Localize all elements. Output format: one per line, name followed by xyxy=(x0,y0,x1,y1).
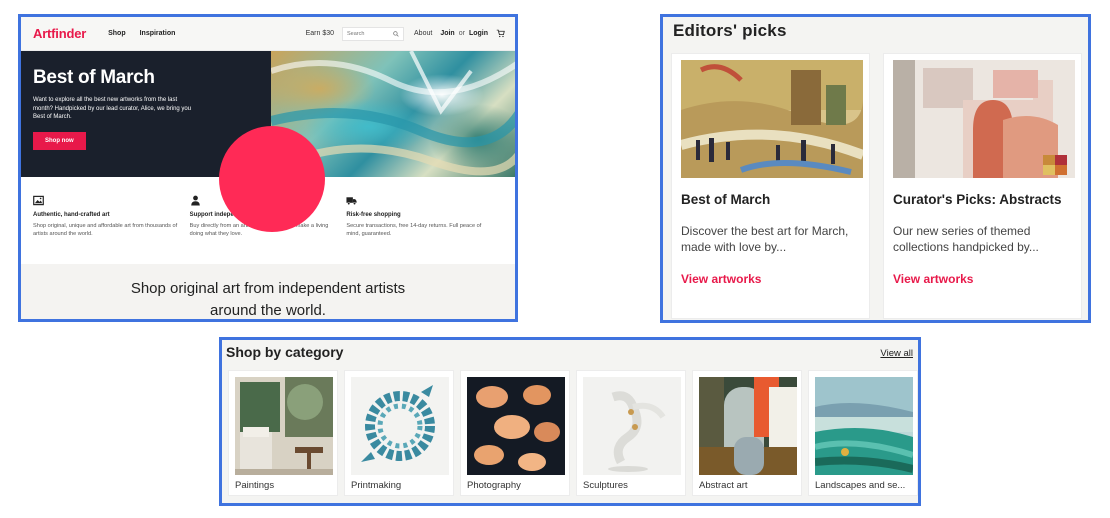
pick-image[interactable] xyxy=(893,60,1075,178)
hero-description: Want to explore all the best new artwork… xyxy=(33,97,192,120)
feature-risk-free: Risk-free shopping Secure transactions, … xyxy=(346,195,503,264)
search-field[interactable] xyxy=(342,26,405,41)
category-label: Printmaking xyxy=(351,480,402,491)
abstract-art-thumbnail xyxy=(699,377,797,475)
category-label: Landscapes and se... xyxy=(815,480,906,491)
category-image[interactable] xyxy=(467,377,565,475)
view-artworks-link[interactable]: View artworks xyxy=(681,272,761,286)
photography-thumbnail xyxy=(467,377,565,475)
tagline-text: Shop original art from independent artis… xyxy=(130,280,406,319)
category-card-sculptures[interactable]: Sculptures xyxy=(576,370,686,496)
category-card-abstract-art[interactable]: Abstract art xyxy=(692,370,802,496)
pick-description: Our new series of themed collections han… xyxy=(893,224,1039,254)
paintings-thumbnail xyxy=(235,377,333,475)
person-icon xyxy=(190,195,200,206)
pick-image[interactable] xyxy=(681,60,863,178)
category-card-paintings[interactable]: Paintings xyxy=(228,370,338,496)
category-card-photography[interactable]: Photography xyxy=(460,370,570,496)
feature-description: Secure transactions, free 14-day returns… xyxy=(346,223,482,237)
search-input[interactable] xyxy=(347,30,394,37)
category-card-landscapes[interactable]: Landscapes and se... xyxy=(808,370,918,496)
nav-login-link[interactable]: Login xyxy=(469,30,488,37)
editors-picks-title: Editors' picks xyxy=(673,21,787,40)
homepage-panel: Artfinder Shop Inspiration Earn $30 Abou… xyxy=(18,14,518,322)
nav-about-link[interactable]: About xyxy=(414,30,432,37)
category-label: Paintings xyxy=(235,480,275,491)
artfinder-logo[interactable]: Artfinder xyxy=(33,26,86,41)
category-image[interactable] xyxy=(583,377,681,475)
feature-authentic: Authentic, hand-crafted art Shop origina… xyxy=(33,195,190,264)
category-card-printmaking[interactable]: Printmaking xyxy=(344,370,454,496)
best-of-march-artwork xyxy=(681,60,863,178)
hero-title: Best of March xyxy=(33,67,155,88)
search-icon[interactable] xyxy=(393,30,399,37)
truck-icon xyxy=(346,197,357,205)
curators-abstract-artwork xyxy=(893,60,1075,178)
nav-inspiration-link[interactable]: Inspiration xyxy=(140,30,176,37)
nav-shop-link[interactable]: Shop xyxy=(108,30,126,37)
feature-title: Risk-free shopping xyxy=(346,212,401,218)
view-artworks-link[interactable]: View artworks xyxy=(893,272,973,286)
category-image[interactable] xyxy=(351,377,449,475)
pick-name: Best of March xyxy=(681,192,771,207)
hero-banner: Best of March Want to explore all the be… xyxy=(21,51,515,232)
category-section-title: Shop by category xyxy=(226,344,344,360)
shop-by-category-panel: Shop by category View all Paintings Prin… xyxy=(219,337,921,506)
feature-title: Authentic, hand-crafted art xyxy=(33,212,110,218)
pick-card-curators-picks[interactable]: Curator's Picks: Abstracts Our new serie… xyxy=(883,53,1082,319)
nav-join-link[interactable]: Join xyxy=(440,30,454,37)
pick-name: Curator's Picks: Abstracts xyxy=(893,192,1062,207)
category-image[interactable] xyxy=(815,377,913,475)
category-label: Abstract art xyxy=(699,480,748,491)
category-label: Sculptures xyxy=(583,480,628,491)
hero-decor-circle xyxy=(219,126,325,232)
nav-or-text: or xyxy=(458,30,465,37)
nav-earn-link[interactable]: Earn $30 xyxy=(306,30,334,37)
tagline-section: Shop original art from independent artis… xyxy=(21,264,515,319)
landscapes-thumbnail xyxy=(815,377,913,475)
image-icon xyxy=(33,195,44,206)
shop-now-button[interactable]: Shop now xyxy=(33,131,86,150)
category-image[interactable] xyxy=(699,377,797,475)
editors-picks-panel: Editors' picks Best of March Discover th… xyxy=(660,14,1091,323)
view-all-link[interactable]: View all xyxy=(880,348,913,359)
sculptures-thumbnail xyxy=(583,377,681,475)
category-label: Photography xyxy=(467,480,521,491)
pick-description: Discover the best art for March, made wi… xyxy=(681,224,849,254)
cart-icon[interactable] xyxy=(496,29,505,38)
pick-card-best-of-march[interactable]: Best of March Discover the best art for … xyxy=(671,53,870,319)
printmaking-thumbnail xyxy=(351,377,449,475)
top-nav: Artfinder Shop Inspiration Earn $30 Abou… xyxy=(21,17,515,51)
feature-description: Shop original, unique and affordable art… xyxy=(33,223,178,237)
category-image[interactable] xyxy=(235,377,333,475)
